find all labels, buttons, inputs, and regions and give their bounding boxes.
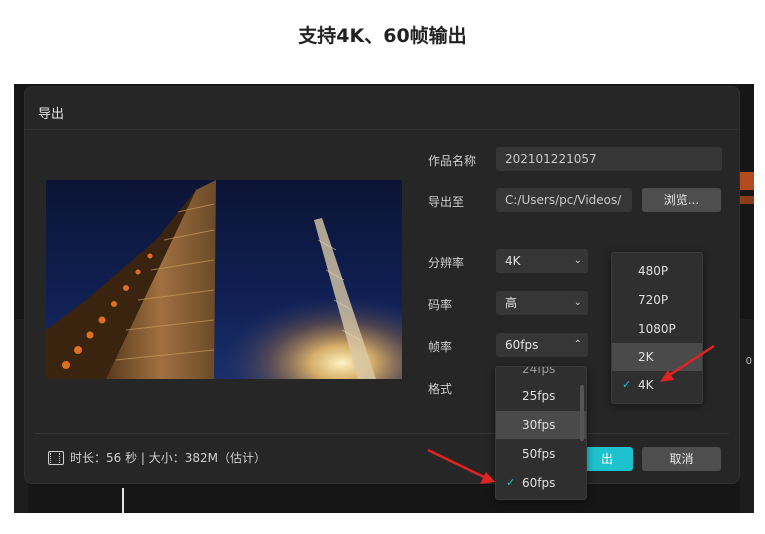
chevron-down-icon: ⌄ <box>573 255 582 266</box>
project-name-input[interactable]: 202101221057 <box>496 147 722 171</box>
resolution-option-label: 4K <box>638 378 654 392</box>
background-thumbnail-2 <box>740 196 754 204</box>
resolution-value: 4K <box>505 254 521 268</box>
preview-image <box>46 180 402 379</box>
framerate-option[interactable]: 25fps <box>496 382 586 410</box>
browse-button[interactable]: 浏览... <box>642 188 721 212</box>
chevron-up-icon: ⌃ <box>573 339 582 350</box>
format-label: 格式 <box>428 382 453 396</box>
footer-divider <box>35 433 729 434</box>
video-preview <box>46 180 402 379</box>
path-label: 导出至 <box>428 195 465 209</box>
page-heading: 支持4K、60帧输出 <box>298 25 467 47</box>
resolution-option[interactable]: 2K <box>612 343 702 371</box>
resolution-label: 分辨率 <box>428 256 465 270</box>
bitrate-value: 高 <box>505 296 518 310</box>
cancel-button[interactable]: 取消 <box>642 447 721 471</box>
bitrate-select[interactable]: 高 ⌄ <box>496 291 588 315</box>
film-icon <box>48 450 64 465</box>
framerate-option[interactable]: 50fps <box>496 440 586 468</box>
dialog-title: 导出 <box>38 107 65 122</box>
chevron-down-icon: ⌄ <box>573 297 582 308</box>
framerate-dropdown: 24fps 25fps 30fps 50fps ✓ 60fps <box>495 366 587 500</box>
check-icon: ✓ <box>622 378 632 391</box>
duration-size-text: 时长：56 秒 | 大小：382M（估计） <box>70 451 267 465</box>
framerate-option[interactable]: 24fps <box>496 367 586 379</box>
app-screenshot: 0 导出 作品名称 202101221057 导出至 C:/Users/pc/V… <box>14 84 754 513</box>
title-divider <box>25 129 739 130</box>
export-button[interactable]: 出 <box>581 447 633 471</box>
bitrate-label: 码率 <box>428 298 453 312</box>
background-thumbnail <box>740 172 754 190</box>
check-icon: ✓ <box>506 476 516 489</box>
background-panel-right <box>740 319 754 513</box>
resolution-option-selected[interactable]: ✓ 4K <box>612 371 702 399</box>
background-number: 0 <box>745 356 752 367</box>
resolution-option[interactable]: 480P <box>612 257 702 285</box>
export-path-input[interactable]: C:/Users/pc/Videos/ <box>496 188 632 212</box>
resolution-select[interactable]: 4K ⌄ <box>496 249 588 273</box>
name-label: 作品名称 <box>428 154 477 168</box>
framerate-label: 帧率 <box>428 340 453 354</box>
framerate-option-label: 60fps <box>522 476 556 490</box>
dropdown-scrollbar[interactable] <box>580 385 584 441</box>
framerate-option[interactable]: 30fps <box>496 411 586 439</box>
resolution-dropdown: 480P 720P 1080P 2K ✓ 4K <box>611 252 703 404</box>
framerate-value: 60fps <box>505 338 539 352</box>
export-info: 时长：56 秒 | 大小：382M（估计） <box>48 449 266 466</box>
resolution-option[interactable]: 1080P <box>612 315 702 343</box>
resolution-option[interactable]: 720P <box>612 286 702 314</box>
framerate-option-selected[interactable]: ✓ 60fps <box>496 469 586 497</box>
timeline-cursor[interactable] <box>122 488 124 513</box>
framerate-select[interactable]: 60fps ⌃ <box>496 333 588 357</box>
